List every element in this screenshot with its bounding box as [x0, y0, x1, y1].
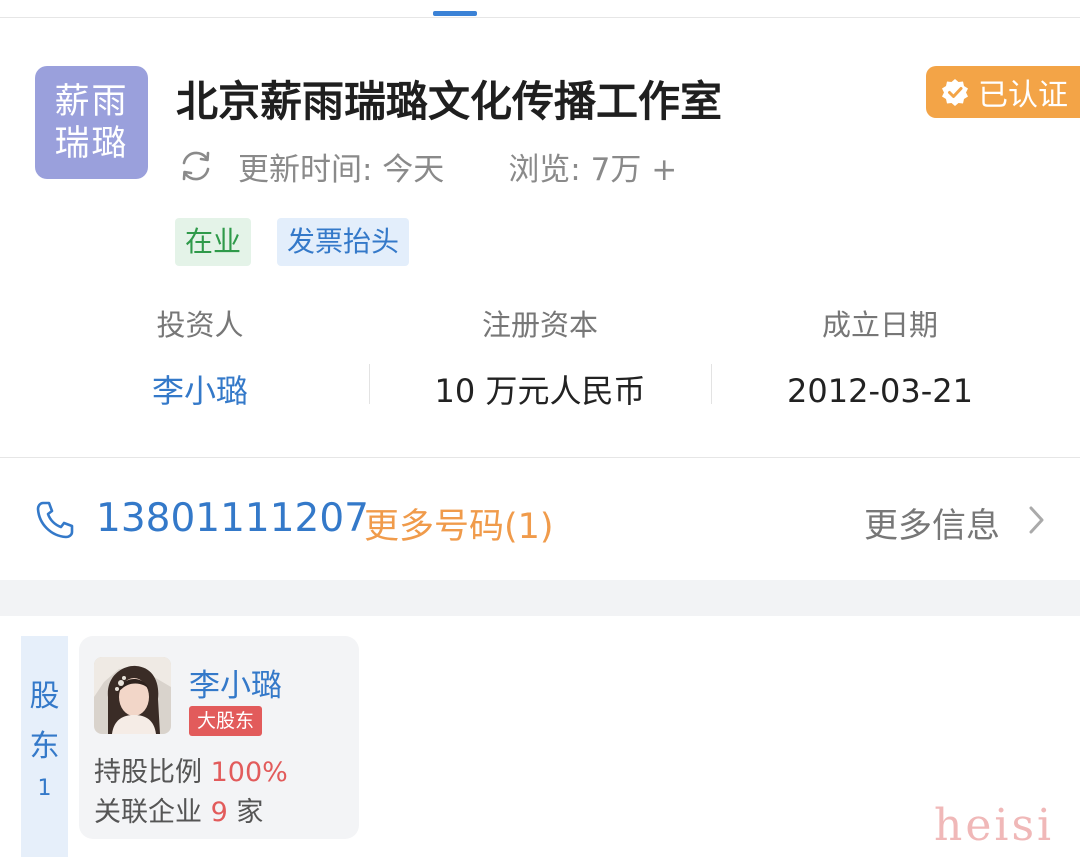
shareholder-section: 股东 1 李小璐 大股东 持股比例 100% 关联企业 9 家 — [0, 616, 1080, 857]
contact-row: 13801111207 更多号码(1) 更多信息 — [0, 458, 1080, 580]
stat-label: 投资人 — [156, 308, 244, 342]
more-info-link[interactable]: 更多信息 — [864, 498, 1000, 547]
verified-badge[interactable]: 已认证 — [926, 66, 1080, 118]
section-divider — [0, 580, 1080, 616]
refresh-icon — [176, 146, 216, 186]
shareholder-section-title: 股东 — [29, 679, 60, 764]
key-stats: 投资人 李小璐 注册资本 10 万元人民币 成立日期 2012-03-21 — [30, 300, 1050, 430]
related-companies-count: 9 — [210, 797, 228, 828]
verified-label: 已认证 — [978, 78, 1068, 113]
invoice-title-tag[interactable]: 发票抬头 — [277, 218, 410, 266]
company-header: 薪雨瑞璐 北京薪雨瑞璐文化传播工作室 已认证 更新时间: 今天 浏览: 7万 +… — [0, 18, 1080, 456]
top-tab-bar — [0, 0, 1080, 18]
shareholder-count: 1 — [37, 776, 52, 801]
shareholder-card[interactable]: 李小璐 大股东 持股比例 100% 关联企业 9 家 — [79, 636, 359, 839]
shareholding-ratio-label: 持股比例 — [94, 757, 202, 788]
phone-icon[interactable] — [33, 498, 77, 542]
shareholding-ratio: 持股比例 100% — [94, 750, 288, 789]
shareholder-name[interactable]: 李小璐 — [189, 660, 282, 705]
meta-row: 更新时间: 今天 浏览: 7万 + — [176, 144, 677, 188]
verified-check-icon — [940, 77, 970, 107]
active-tab-indicator — [433, 11, 477, 16]
status-tag-active[interactable]: 在业 — [175, 218, 252, 266]
major-shareholder-badge: 大股东 — [189, 706, 263, 736]
stat-registered-capital: 注册资本 10 万元人民币 — [370, 300, 710, 414]
status-tags: 在业 发票抬头 — [175, 218, 435, 266]
stat-value: 10 万元人民币 — [434, 372, 646, 410]
company-logo-text: 薪雨瑞璐 — [54, 81, 129, 164]
chevron-right-icon[interactable] — [1022, 502, 1050, 538]
more-numbers-link[interactable]: 更多号码(1) — [364, 498, 554, 549]
stat-label: 成立日期 — [821, 308, 938, 342]
phone-number[interactable]: 13801111207 — [96, 496, 369, 541]
investor-link[interactable]: 李小璐 — [30, 368, 370, 414]
related-companies: 关联企业 9 家 — [94, 790, 263, 829]
avatar — [94, 657, 171, 734]
stat-value: 2012-03-21 — [787, 372, 973, 410]
company-name: 北京薪雨瑞璐文化传播工作室 — [176, 77, 723, 126]
stat-investor: 投资人 李小璐 — [30, 300, 370, 414]
shareholder-section-label[interactable]: 股东 1 — [21, 636, 68, 857]
shareholding-ratio-value: 100% — [210, 757, 288, 788]
stat-founded-date: 成立日期 2012-03-21 — [710, 300, 1050, 414]
company-logo: 薪雨瑞璐 — [35, 66, 148, 179]
watermark: heisi — [934, 800, 1055, 851]
related-companies-label: 关联企业 — [94, 797, 202, 828]
stat-label: 注册资本 — [481, 308, 598, 342]
view-count: 浏览: 7万 + — [508, 151, 678, 188]
update-time: 更新时间: 今天 — [238, 151, 445, 188]
related-companies-unit: 家 — [236, 797, 264, 828]
